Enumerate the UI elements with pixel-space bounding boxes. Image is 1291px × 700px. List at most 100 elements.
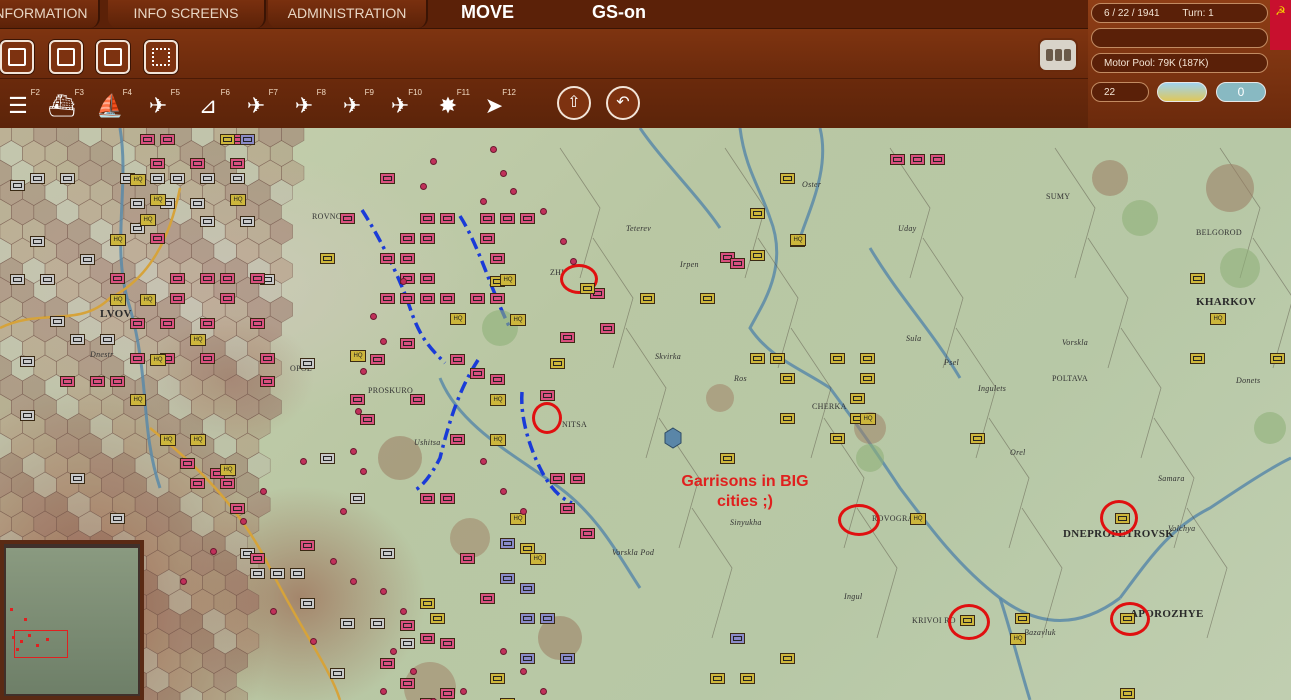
- unit-counter[interactable]: [200, 173, 215, 184]
- minimap-viewport[interactable]: [14, 630, 68, 658]
- unit-counter[interactable]: [420, 293, 435, 304]
- air-bomb-button[interactable]: ✈ F10: [382, 84, 422, 124]
- unit-counter[interactable]: [330, 668, 345, 679]
- unit-counter[interactable]: [480, 213, 495, 224]
- unit-counter[interactable]: [750, 353, 765, 364]
- unit-counter[interactable]: [300, 598, 315, 609]
- unit-counter[interactable]: [520, 613, 535, 624]
- unit-counter[interactable]: [500, 213, 515, 224]
- unit-counter[interactable]: [100, 334, 115, 345]
- unit-counter[interactable]: [1190, 353, 1205, 364]
- tab-info-screens[interactable]: INFO SCREENS: [108, 0, 266, 28]
- unit-counter[interactable]: [130, 353, 145, 364]
- unit-counter[interactable]: [490, 293, 505, 304]
- unit-counter[interactable]: [220, 293, 235, 304]
- unit-counter[interactable]: [560, 332, 575, 343]
- unit-counter[interactable]: [70, 473, 85, 484]
- unit-counter[interactable]: [450, 434, 465, 445]
- unit-counter[interactable]: [400, 233, 415, 244]
- rail-button[interactable]: ☰ F2: [0, 84, 40, 124]
- unit-counter[interactable]: [80, 254, 95, 265]
- unit-counter[interactable]: [400, 620, 415, 631]
- unit-counter[interactable]: [780, 173, 795, 184]
- unit-counter[interactable]: [560, 503, 575, 514]
- save-button[interactable]: [96, 40, 130, 74]
- unit-counter[interactable]: [160, 318, 175, 329]
- unit-counter[interactable]: [960, 615, 975, 626]
- unit-counter[interactable]: [180, 458, 195, 469]
- unit-counter[interactable]: [200, 216, 215, 227]
- unit-counter[interactable]: [1190, 273, 1205, 284]
- unit-counter[interactable]: [130, 198, 145, 209]
- unit-counter[interactable]: [540, 613, 555, 624]
- unit-counter[interactable]: [360, 414, 375, 425]
- hq-counter[interactable]: HQ: [140, 214, 156, 226]
- unit-counter[interactable]: [410, 394, 425, 405]
- unit-counter[interactable]: [730, 258, 745, 269]
- unit-counter[interactable]: [540, 390, 555, 401]
- unit-counter[interactable]: [270, 568, 285, 579]
- unit-counter[interactable]: [1120, 688, 1135, 699]
- unit-counter[interactable]: [70, 334, 85, 345]
- unit-counter[interactable]: [190, 198, 205, 209]
- weather-indicator[interactable]: [1157, 82, 1207, 102]
- unit-counter[interactable]: [860, 373, 875, 384]
- unit-counter[interactable]: [380, 658, 395, 669]
- unit-counter[interactable]: [350, 493, 365, 504]
- unit-counter[interactable]: [400, 338, 415, 349]
- unit-counter[interactable]: [380, 173, 395, 184]
- transport-ship-button[interactable]: ⛵ F4: [92, 84, 132, 124]
- air-transfer-button[interactable]: ✈ F7: [238, 84, 278, 124]
- unit-counter[interactable]: [400, 678, 415, 689]
- unit-counter[interactable]: [400, 293, 415, 304]
- unit-counter[interactable]: [570, 473, 585, 484]
- unit-counter[interactable]: [350, 394, 365, 405]
- unit-counter[interactable]: [420, 273, 435, 284]
- unit-counter[interactable]: [90, 376, 105, 387]
- unit-counter[interactable]: [20, 356, 35, 367]
- unit-counter[interactable]: [450, 354, 465, 365]
- unit-counter[interactable]: [420, 633, 435, 644]
- unit-counter[interactable]: [780, 373, 795, 384]
- unit-counter[interactable]: [160, 134, 175, 145]
- unit-counter[interactable]: [190, 158, 205, 169]
- hq-counter[interactable]: HQ: [910, 513, 926, 525]
- unit-counter[interactable]: [170, 273, 185, 284]
- unit-counter[interactable]: [520, 213, 535, 224]
- hq-counter[interactable]: HQ: [450, 313, 466, 325]
- air-recon-button[interactable]: ✈ F5: [140, 84, 180, 124]
- unit-counter[interactable]: [140, 134, 155, 145]
- unit-counter[interactable]: [520, 583, 535, 594]
- tab-administration[interactable]: ADMINISTRATION: [268, 0, 428, 28]
- unit-counter[interactable]: [740, 673, 755, 684]
- unit-counter[interactable]: [130, 318, 145, 329]
- unit-counter[interactable]: [30, 236, 45, 247]
- end-turn-button[interactable]: ➤ F12: [476, 84, 516, 124]
- unit-counter[interactable]: [770, 353, 785, 364]
- unit-counter[interactable]: [170, 173, 185, 184]
- unit-counter[interactable]: [780, 653, 795, 664]
- unit-counter[interactable]: [10, 180, 25, 191]
- unit-counter[interactable]: [290, 568, 305, 579]
- unit-counter[interactable]: [440, 293, 455, 304]
- hq-counter[interactable]: HQ: [190, 334, 206, 346]
- unit-counter[interactable]: [440, 688, 455, 699]
- unit-counter[interactable]: [520, 653, 535, 664]
- grid-button[interactable]: [144, 40, 178, 74]
- counter-toggle[interactable]: 0: [1216, 82, 1266, 102]
- unit-counter[interactable]: [300, 358, 315, 369]
- unit-counter[interactable]: [1015, 613, 1030, 624]
- unit-counter[interactable]: [60, 173, 75, 184]
- unit-counter[interactable]: [60, 376, 75, 387]
- unit-counter[interactable]: [200, 353, 215, 364]
- unit-counter[interactable]: [110, 513, 125, 524]
- unit-counter[interactable]: [230, 173, 245, 184]
- artillery-button[interactable]: ⊿ F6: [190, 84, 230, 124]
- unit-counter[interactable]: [230, 158, 245, 169]
- unit-counter[interactable]: [380, 293, 395, 304]
- minimap[interactable]: [0, 540, 144, 700]
- unit-counter[interactable]: [400, 638, 415, 649]
- unit-counter[interactable]: [200, 273, 215, 284]
- battleship-button[interactable]: ⛴ F3: [44, 84, 84, 124]
- unit-counter[interactable]: [600, 323, 615, 334]
